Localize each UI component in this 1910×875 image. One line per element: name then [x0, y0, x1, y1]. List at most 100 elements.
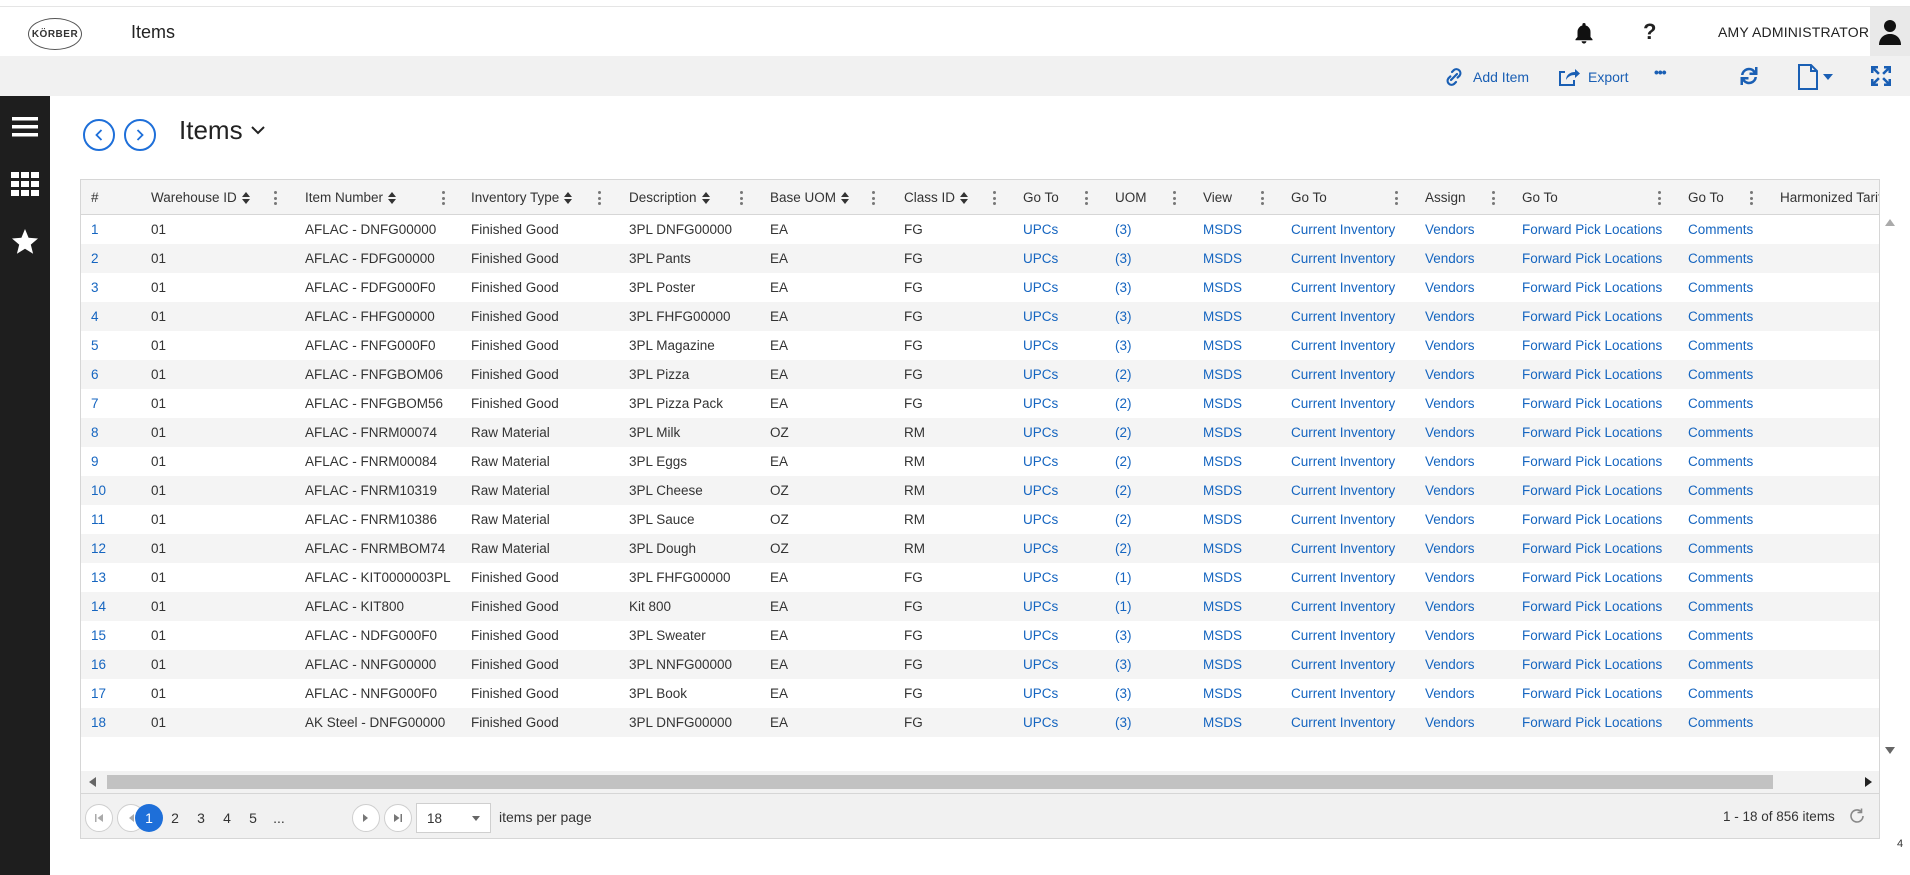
cell-go-to-comments[interactable]: Comments — [1688, 708, 1753, 737]
cell-go-to-comments[interactable]: Comments — [1688, 476, 1753, 505]
cell-go-to-forward-pick[interactable]: Forward Pick Locations — [1522, 563, 1662, 592]
column-header-description[interactable]: Description — [629, 180, 710, 215]
cell-go-to-forward-pick[interactable]: Forward Pick Locations — [1522, 592, 1662, 621]
column-header-base-uom[interactable]: Base UOM — [770, 180, 850, 215]
page-title[interactable]: Items — [179, 115, 265, 146]
cell-go-to-inventory[interactable]: Current Inventory — [1291, 592, 1395, 621]
cell-view-msds[interactable]: MSDS — [1203, 447, 1242, 476]
table-row[interactable]: 4 01 AFLAC - FHFG00000 Finished Good 3PL FHF… — [81, 302, 1879, 331]
cell-row-number[interactable]: 12 — [91, 534, 106, 563]
cell-go-to-upcs[interactable]: UPCs — [1023, 273, 1058, 302]
cell-view-msds[interactable]: MSDS — [1203, 418, 1242, 447]
cell-go-to-forward-pick[interactable]: Forward Pick Locations — [1522, 273, 1662, 302]
cell-go-to-comments[interactable]: Comments — [1688, 563, 1753, 592]
page-ellipsis[interactable]: ... — [265, 804, 293, 832]
page-number-button[interactable]: 3 — [187, 804, 215, 832]
table-row[interactable]: 5 01 AFLAC - FNFG000F0 Finished Good 3PL Mag… — [81, 331, 1879, 360]
column-menu-icon[interactable] — [871, 191, 875, 205]
cell-go-to-inventory[interactable]: Current Inventory — [1291, 389, 1395, 418]
column-menu-icon[interactable] — [1749, 191, 1753, 205]
table-row[interactable]: 12 01 AFLAC - FNRMBOM74 Raw Material 3PL Dou… — [81, 534, 1879, 563]
cell-go-to-inventory[interactable]: Current Inventory — [1291, 447, 1395, 476]
back-button[interactable] — [83, 119, 115, 151]
horizontal-scrollbar[interactable] — [81, 771, 1879, 793]
cell-row-number[interactable]: 8 — [91, 418, 99, 447]
cell-assign-vendors[interactable]: Vendors — [1425, 563, 1475, 592]
star-icon[interactable] — [10, 227, 40, 257]
page-size-select[interactable]: 18 — [416, 803, 491, 833]
cell-go-to-comments[interactable]: Comments — [1688, 244, 1753, 273]
cell-go-to-forward-pick[interactable]: Forward Pick Locations — [1522, 302, 1662, 331]
table-row[interactable]: 15 01 AFLAC - NDFG000F0 Finished Good 3PL Sw… — [81, 621, 1879, 650]
sort-icon[interactable] — [960, 191, 969, 204]
horizontal-scroll-thumb[interactable] — [107, 775, 1773, 789]
sort-icon[interactable] — [388, 191, 397, 204]
cell-row-number[interactable]: 3 — [91, 273, 99, 302]
column-header-go-to-upcs[interactable]: Go To — [1023, 180, 1059, 215]
cell-go-to-comments[interactable]: Comments — [1688, 650, 1753, 679]
column-header-go-to-forward-pick[interactable]: Go To — [1522, 180, 1558, 215]
cell-go-to-comments[interactable]: Comments — [1688, 679, 1753, 708]
cell-go-to-forward-pick[interactable]: Forward Pick Locations — [1522, 418, 1662, 447]
column-menu-icon[interactable] — [992, 191, 996, 205]
next-page-button[interactable] — [352, 804, 380, 832]
export-button[interactable]: Export — [1556, 66, 1628, 88]
cell-uom[interactable]: (3) — [1115, 302, 1132, 331]
cell-uom[interactable]: (3) — [1115, 273, 1132, 302]
cell-go-to-comments[interactable]: Comments — [1688, 621, 1753, 650]
cell-row-number[interactable]: 1 — [91, 215, 99, 244]
table-row[interactable]: 9 01 AFLAC - FNRM00084 Raw Material 3PL Eggs… — [81, 447, 1879, 476]
page-number-button[interactable]: 2 — [161, 804, 189, 832]
column-menu-icon[interactable] — [1084, 191, 1088, 205]
cell-go-to-forward-pick[interactable]: Forward Pick Locations — [1522, 708, 1662, 737]
cell-row-number[interactable]: 13 — [91, 563, 106, 592]
table-row[interactable]: 1 01 AFLAC - DNFG00000 Finished Good 3PL DNF… — [81, 215, 1879, 244]
cell-go-to-upcs[interactable]: UPCs — [1023, 650, 1058, 679]
page-number-button[interactable]: 1 — [135, 804, 163, 832]
cell-uom[interactable]: (2) — [1115, 505, 1132, 534]
table-row[interactable]: 10 01 AFLAC - FNRM10319 Raw Material 3PL Che… — [81, 476, 1879, 505]
user-icon[interactable] — [1870, 7, 1910, 57]
cell-uom[interactable]: (3) — [1115, 621, 1132, 650]
cell-go-to-inventory[interactable]: Current Inventory — [1291, 331, 1395, 360]
cell-uom[interactable]: (2) — [1115, 389, 1132, 418]
cell-view-msds[interactable]: MSDS — [1203, 215, 1242, 244]
cell-go-to-upcs[interactable]: UPCs — [1023, 592, 1058, 621]
cell-row-number[interactable]: 16 — [91, 650, 106, 679]
cell-go-to-comments[interactable]: Comments — [1688, 505, 1753, 534]
cell-go-to-comments[interactable]: Comments — [1688, 360, 1753, 389]
grid-icon[interactable] — [10, 169, 40, 199]
cell-assign-vendors[interactable]: Vendors — [1425, 389, 1475, 418]
cell-view-msds[interactable]: MSDS — [1203, 389, 1242, 418]
cell-go-to-comments[interactable]: Comments — [1688, 273, 1753, 302]
cell-go-to-forward-pick[interactable]: Forward Pick Locations — [1522, 650, 1662, 679]
cell-assign-vendors[interactable]: Vendors — [1425, 302, 1475, 331]
cell-uom[interactable]: (2) — [1115, 447, 1132, 476]
cell-go-to-upcs[interactable]: UPCs — [1023, 534, 1058, 563]
column-header-inventory-type[interactable]: Inventory Type — [471, 180, 573, 215]
cell-view-msds[interactable]: MSDS — [1203, 476, 1242, 505]
cell-uom[interactable]: (3) — [1115, 650, 1132, 679]
column-header-item-number[interactable]: Item Number — [305, 180, 397, 215]
scroll-right-icon[interactable] — [1865, 777, 1872, 787]
cell-uom[interactable]: (3) — [1115, 708, 1132, 737]
more-actions-button[interactable]: ••• — [1654, 64, 1667, 80]
expand-icon[interactable] — [1869, 64, 1893, 88]
cell-go-to-upcs[interactable]: UPCs — [1023, 505, 1058, 534]
cell-go-to-inventory[interactable]: Current Inventory — [1291, 418, 1395, 447]
cell-view-msds[interactable]: MSDS — [1203, 679, 1242, 708]
scroll-up-icon[interactable] — [1885, 219, 1895, 226]
cell-uom[interactable]: (1) — [1115, 563, 1132, 592]
column-menu-icon[interactable] — [441, 191, 445, 205]
cell-go-to-inventory[interactable]: Current Inventory — [1291, 215, 1395, 244]
page-number-button[interactable]: 4 — [213, 804, 241, 832]
table-row[interactable]: 2 01 AFLAC - FDFG00000 Finished Good 3PL Pan… — [81, 244, 1879, 273]
table-row[interactable]: 7 01 AFLAC - FNFGBOM56 Finished Good 3PL Piz… — [81, 389, 1879, 418]
cell-go-to-upcs[interactable]: UPCs — [1023, 302, 1058, 331]
cell-view-msds[interactable]: MSDS — [1203, 505, 1242, 534]
vertical-scrollbar[interactable] — [1880, 214, 1900, 759]
first-page-button[interactable] — [85, 804, 113, 832]
cell-view-msds[interactable]: MSDS — [1203, 534, 1242, 563]
cell-assign-vendors[interactable]: Vendors — [1425, 534, 1475, 563]
cell-row-number[interactable]: 11 — [91, 505, 105, 534]
